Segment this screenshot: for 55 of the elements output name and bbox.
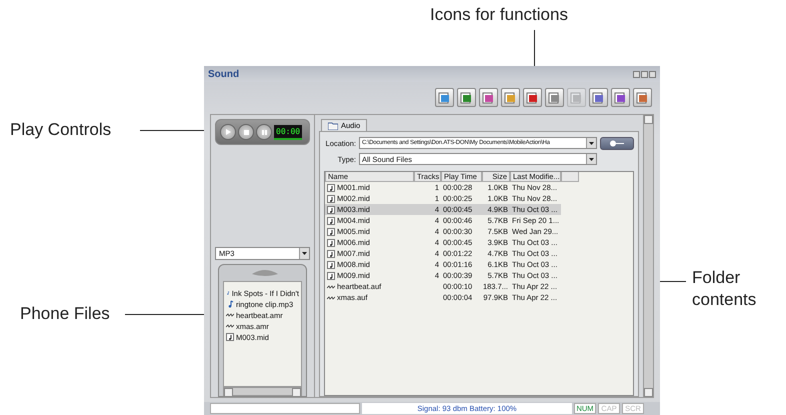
toolbar-button[interactable] [611,88,630,106]
pause-icon [262,130,266,134]
close-button[interactable] [649,70,656,78]
tool-icon [548,90,561,104]
toolbar-button[interactable] [457,88,476,106]
caret-icon [589,142,594,144]
music-file-icon [327,194,335,202]
music-note-icon [226,300,234,308]
window-title: Sound [208,68,240,80]
callout-label: Folder [692,267,740,289]
minimize-button[interactable] [633,70,640,78]
play-icon [225,129,231,135]
toggle-button[interactable] [600,136,634,150]
toolbar-button[interactable] [435,88,454,106]
pause-button[interactable] [256,124,272,140]
music-file-icon [327,272,335,280]
callout-label: contents [692,289,756,311]
callout-label: Icons for functions [430,4,568,26]
toolbar-button[interactable] [589,88,608,106]
play-button[interactable] [220,124,236,140]
music-file-icon [327,184,335,192]
tool-icon [504,90,517,104]
music-file-icon [327,228,335,236]
toolbar-button[interactable] [479,88,498,106]
tool-icon [526,90,539,104]
caret-icon [302,252,307,255]
music-file-icon [327,206,335,214]
tool-icon [482,90,495,104]
toolbar-button[interactable] [501,88,520,106]
magnifier-icon [608,140,626,146]
callout-label: Phone Files [20,303,110,325]
tool-icon [636,90,649,104]
toolbar-button[interactable] [523,88,542,106]
stop-button[interactable] [238,124,254,140]
horizontal-scrollbar[interactable] [223,387,302,396]
music-file-icon [327,260,335,268]
maximize-button[interactable] [641,70,648,78]
music-file-icon [327,250,335,258]
speaker-icon [252,269,278,276]
music-file-icon [327,238,335,246]
tool-icon [460,90,473,104]
callout-label: Play Controls [10,119,112,141]
tool-icon [614,90,627,104]
stop-icon [244,130,248,134]
toolbar-button[interactable] [633,88,652,106]
time-display: 00:00 [274,124,302,140]
caret-icon [589,158,594,160]
music-file-icon [226,333,234,341]
tool-icon [438,90,451,104]
tool-icon [592,90,605,104]
music-note-icon [226,289,230,297]
vertical-scrollbar[interactable] [643,115,653,397]
music-file-icon [327,216,335,224]
tool-icon [570,90,583,104]
toolbar-button[interactable] [545,88,564,106]
